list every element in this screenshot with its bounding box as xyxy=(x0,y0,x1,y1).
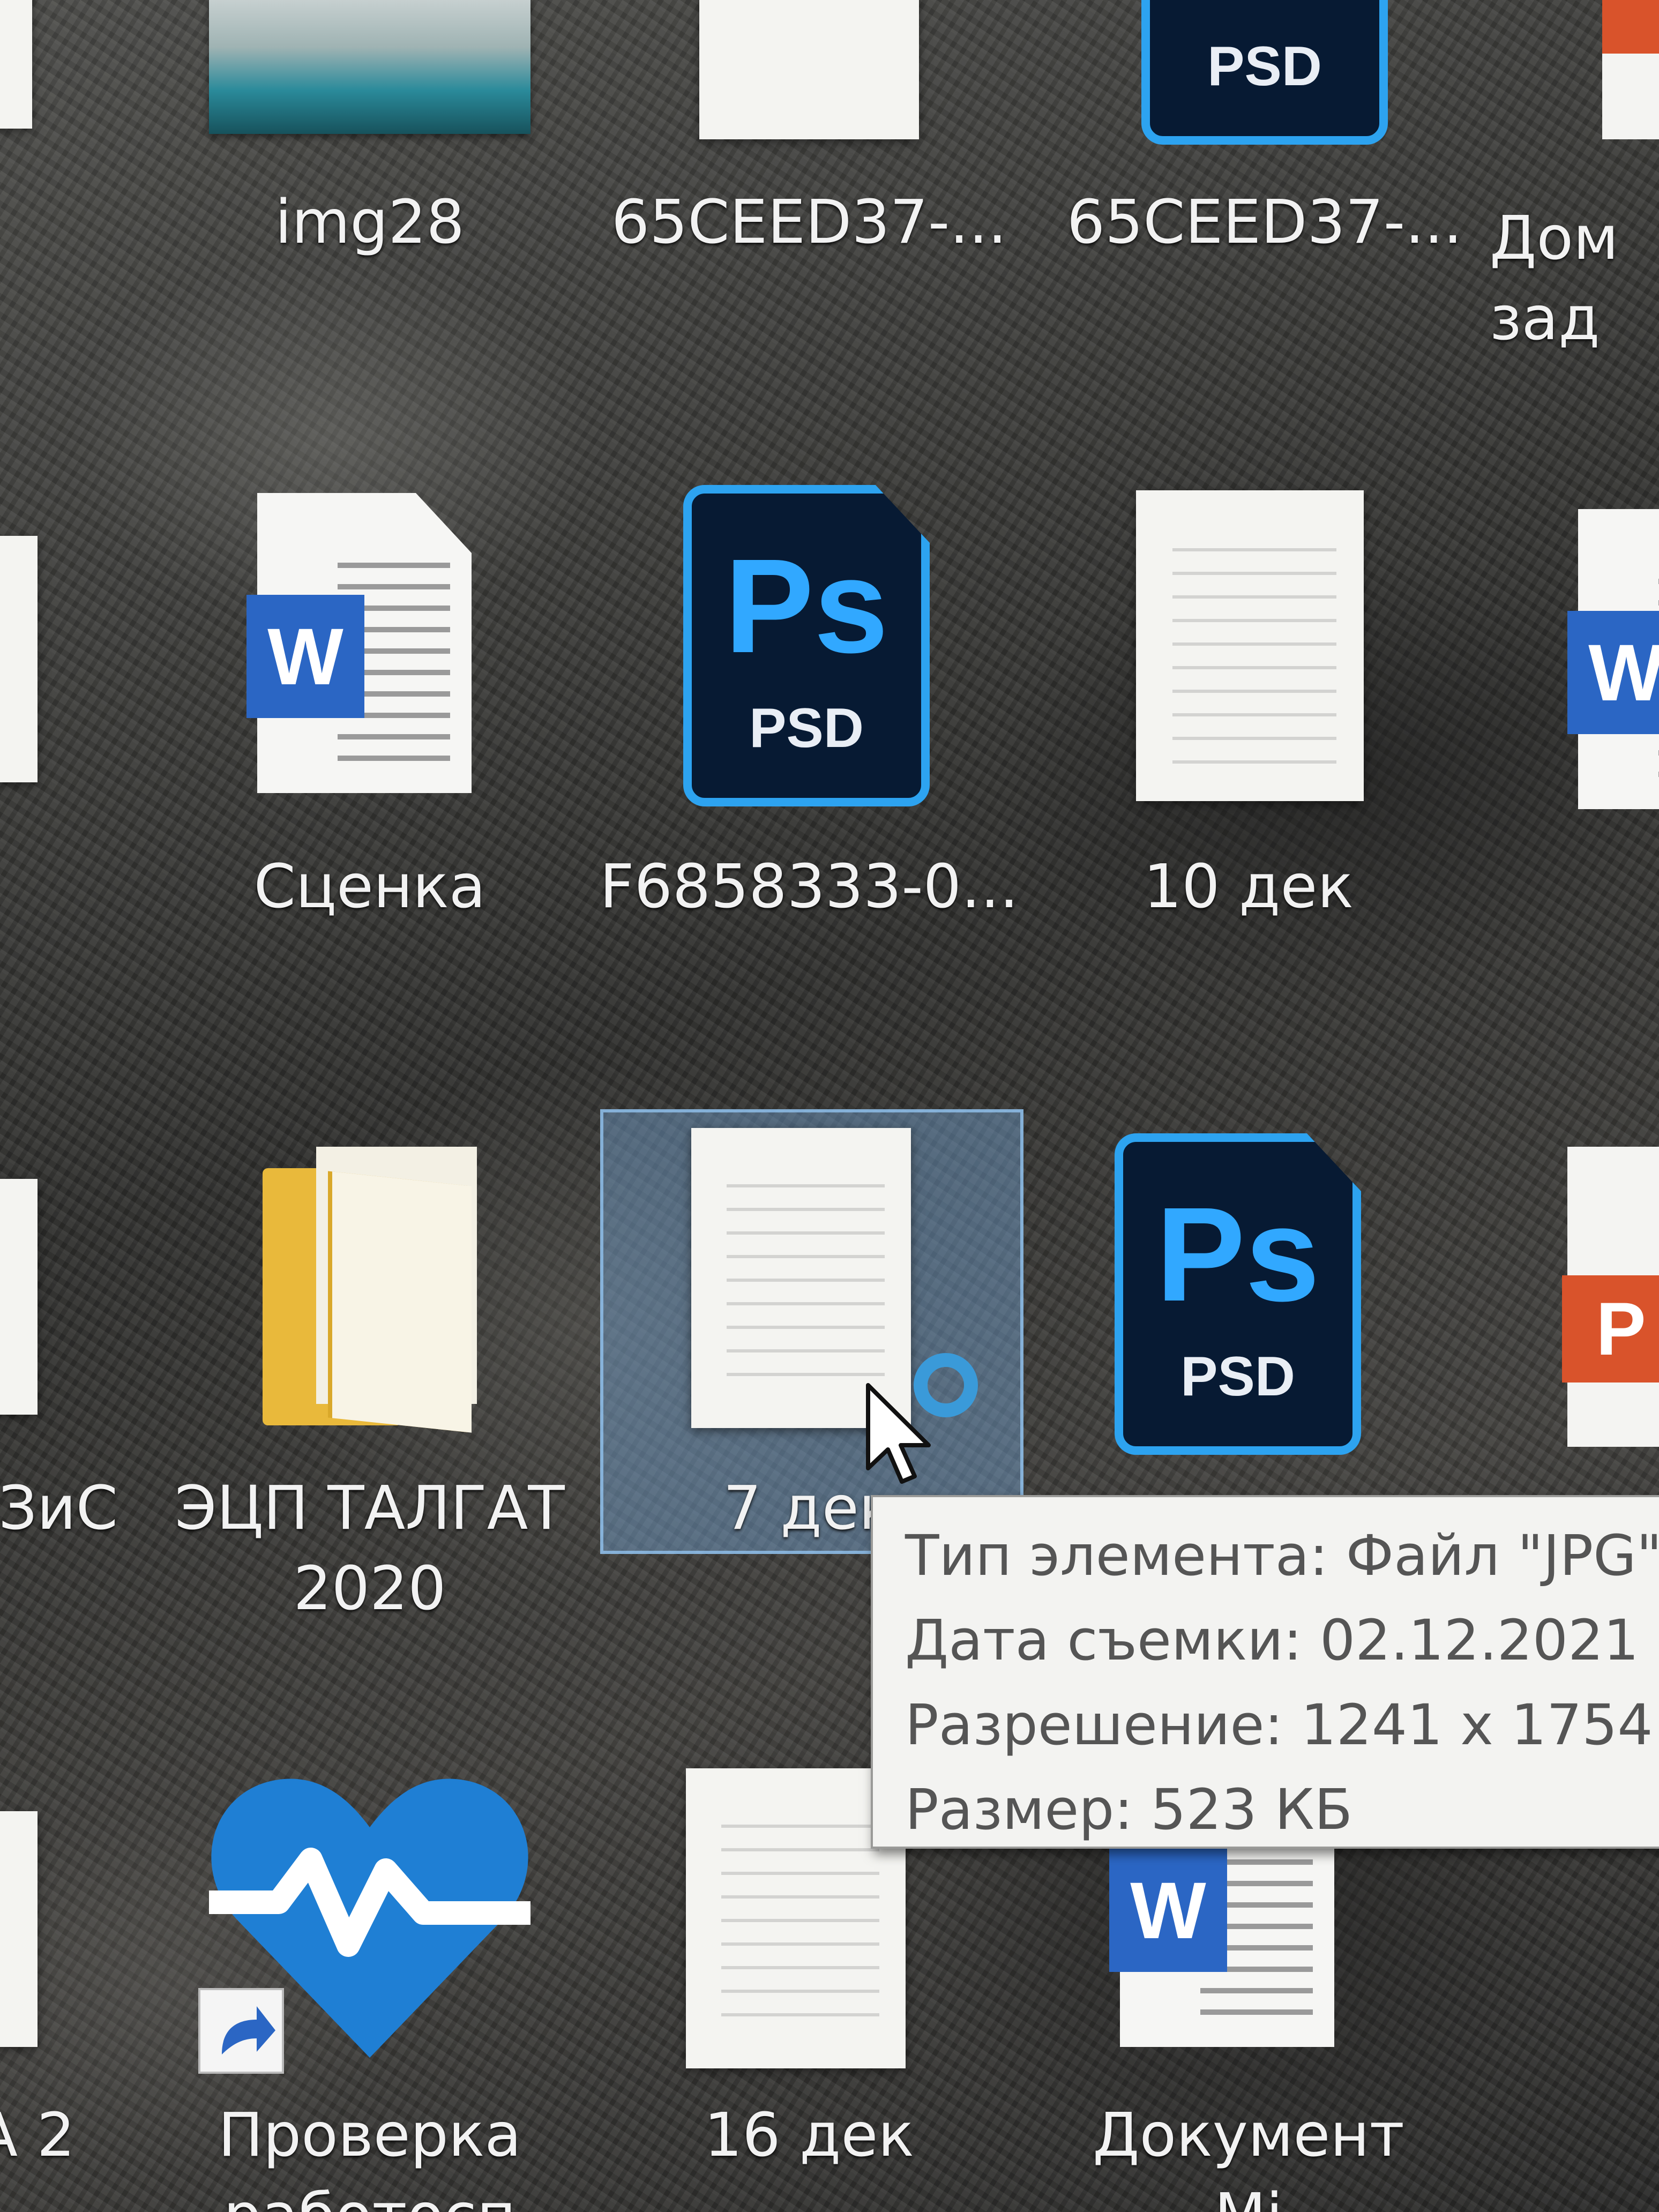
icon-label: 65CEED37-... xyxy=(611,188,1007,257)
icon-label: А 2 xyxy=(0,2101,75,2170)
desktop[interactable]: ях img28 65CEED37-... PSD 65CEED37-... Д… xyxy=(0,0,1659,2212)
icon-label: img28 xyxy=(275,188,465,257)
icon-label: 16 дек xyxy=(704,2101,915,2170)
file-info-tooltip: Тип элемента: Файл "JPG" Дата съемки: 02… xyxy=(871,1495,1659,1849)
ppt-p-letter: P xyxy=(1562,1275,1659,1382)
tooltip-size: Размер: 523 КБ xyxy=(905,1777,1353,1842)
partial-word-document-icon-row2[interactable]: W xyxy=(1567,509,1659,809)
icon-label: Проверка работосп xyxy=(218,2101,522,2212)
photoshop-psd-icon: Ps PSD xyxy=(1115,1133,1361,1455)
icon-label: Дом зад xyxy=(1490,204,1619,354)
word-document-icon: W xyxy=(246,493,472,793)
word-w-letter: W xyxy=(1567,611,1659,734)
ps-text: Ps xyxy=(1156,1179,1320,1329)
psd-text: PSD xyxy=(749,697,864,759)
word-w-letter: W xyxy=(1109,1849,1227,1972)
icon-label: 65CEED37-... xyxy=(1066,188,1463,257)
image-thumbnail-icon xyxy=(699,0,919,139)
icon-label: ЗиС xyxy=(0,1474,118,1543)
image-thumbnail-icon xyxy=(209,0,530,134)
psd-text: PSD xyxy=(1207,35,1322,98)
word-w-letter: W xyxy=(246,595,364,718)
photoshop-psd-icon: Ps PSD xyxy=(683,485,930,806)
partial-powerpoint-icon-row3[interactable]: P xyxy=(1562,1147,1659,1447)
tooltip-resolution: Разрешение: 1241 x 1754 xyxy=(905,1692,1653,1758)
tooltip-date-taken: Дата съемки: 02.12.2021 14:08 xyxy=(905,1608,1659,1673)
icon-label: Документ Mi xyxy=(1093,2101,1404,2212)
icon-label: ях xyxy=(0,182,161,263)
shortcut-arrow-icon xyxy=(198,1988,284,2074)
icon-label: Сценка xyxy=(253,852,486,922)
icon-label: 10 дек xyxy=(1143,852,1354,922)
powerpoint-icon xyxy=(1602,0,1659,139)
partial-left-icon-row1[interactable] xyxy=(0,0,32,129)
icon-label: F6858333-0... xyxy=(600,852,1019,922)
psd-text: PSD xyxy=(1180,1346,1295,1408)
photoshop-psd-icon: PSD xyxy=(1141,0,1388,145)
ps-text: Ps xyxy=(724,531,888,681)
partial-left-icon-row4[interactable] xyxy=(0,1811,38,2047)
folder-icon xyxy=(263,1147,488,1433)
image-thumbnail-icon xyxy=(1136,490,1364,801)
partial-left-icon-row2[interactable] xyxy=(0,536,38,782)
tooltip-item-type: Тип элемента: Файл "JPG" xyxy=(905,1523,1659,1588)
partial-left-icon-row3[interactable] xyxy=(0,1179,38,1415)
icon-label: ЭЦП ТАЛГАТ 2020 xyxy=(175,1474,565,1624)
